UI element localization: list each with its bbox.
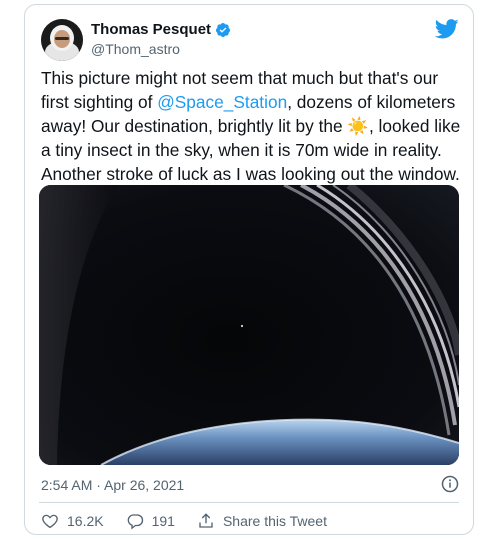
author-name[interactable]: Thomas Pesquet bbox=[91, 21, 211, 38]
avatar[interactable] bbox=[41, 19, 83, 61]
share-button[interactable]: Share this Tweet bbox=[197, 512, 327, 530]
reply-count: 191 bbox=[151, 513, 175, 529]
like-count: 16.2K bbox=[67, 513, 104, 529]
like-button[interactable]: 16.2K bbox=[41, 512, 104, 530]
reply-button[interactable]: 191 bbox=[126, 512, 175, 530]
tweet-photo[interactable] bbox=[39, 185, 459, 465]
divider bbox=[39, 502, 459, 503]
heart-icon bbox=[42, 514, 58, 529]
share-label: Share this Tweet bbox=[222, 513, 327, 529]
tweet-text: This picture might not seem that much bu… bbox=[41, 66, 461, 186]
reply-bubble-icon bbox=[127, 514, 143, 530]
verified-badge-icon bbox=[216, 22, 231, 37]
tweet-timestamp[interactable]: 2:54 AM · Apr 26, 2021 bbox=[41, 477, 184, 493]
author-name-row[interactable]: Thomas Pesquet bbox=[91, 21, 231, 38]
share-icon bbox=[199, 513, 213, 528]
avatar-portrait bbox=[41, 19, 83, 61]
tweet-card: Thomas Pesquet @Thom_astro This picture … bbox=[24, 4, 474, 535]
author-handle[interactable]: @Thom_astro bbox=[91, 41, 180, 57]
tweet-actions: 16.2K 191 Share this Tweet bbox=[41, 512, 349, 530]
mention-link[interactable]: @Space_Station bbox=[157, 92, 287, 112]
twitter-bird-icon[interactable] bbox=[435, 19, 459, 39]
sun-emoji: ☀️ bbox=[347, 116, 369, 136]
info-icon[interactable] bbox=[441, 475, 459, 493]
space-window-image bbox=[39, 185, 459, 465]
